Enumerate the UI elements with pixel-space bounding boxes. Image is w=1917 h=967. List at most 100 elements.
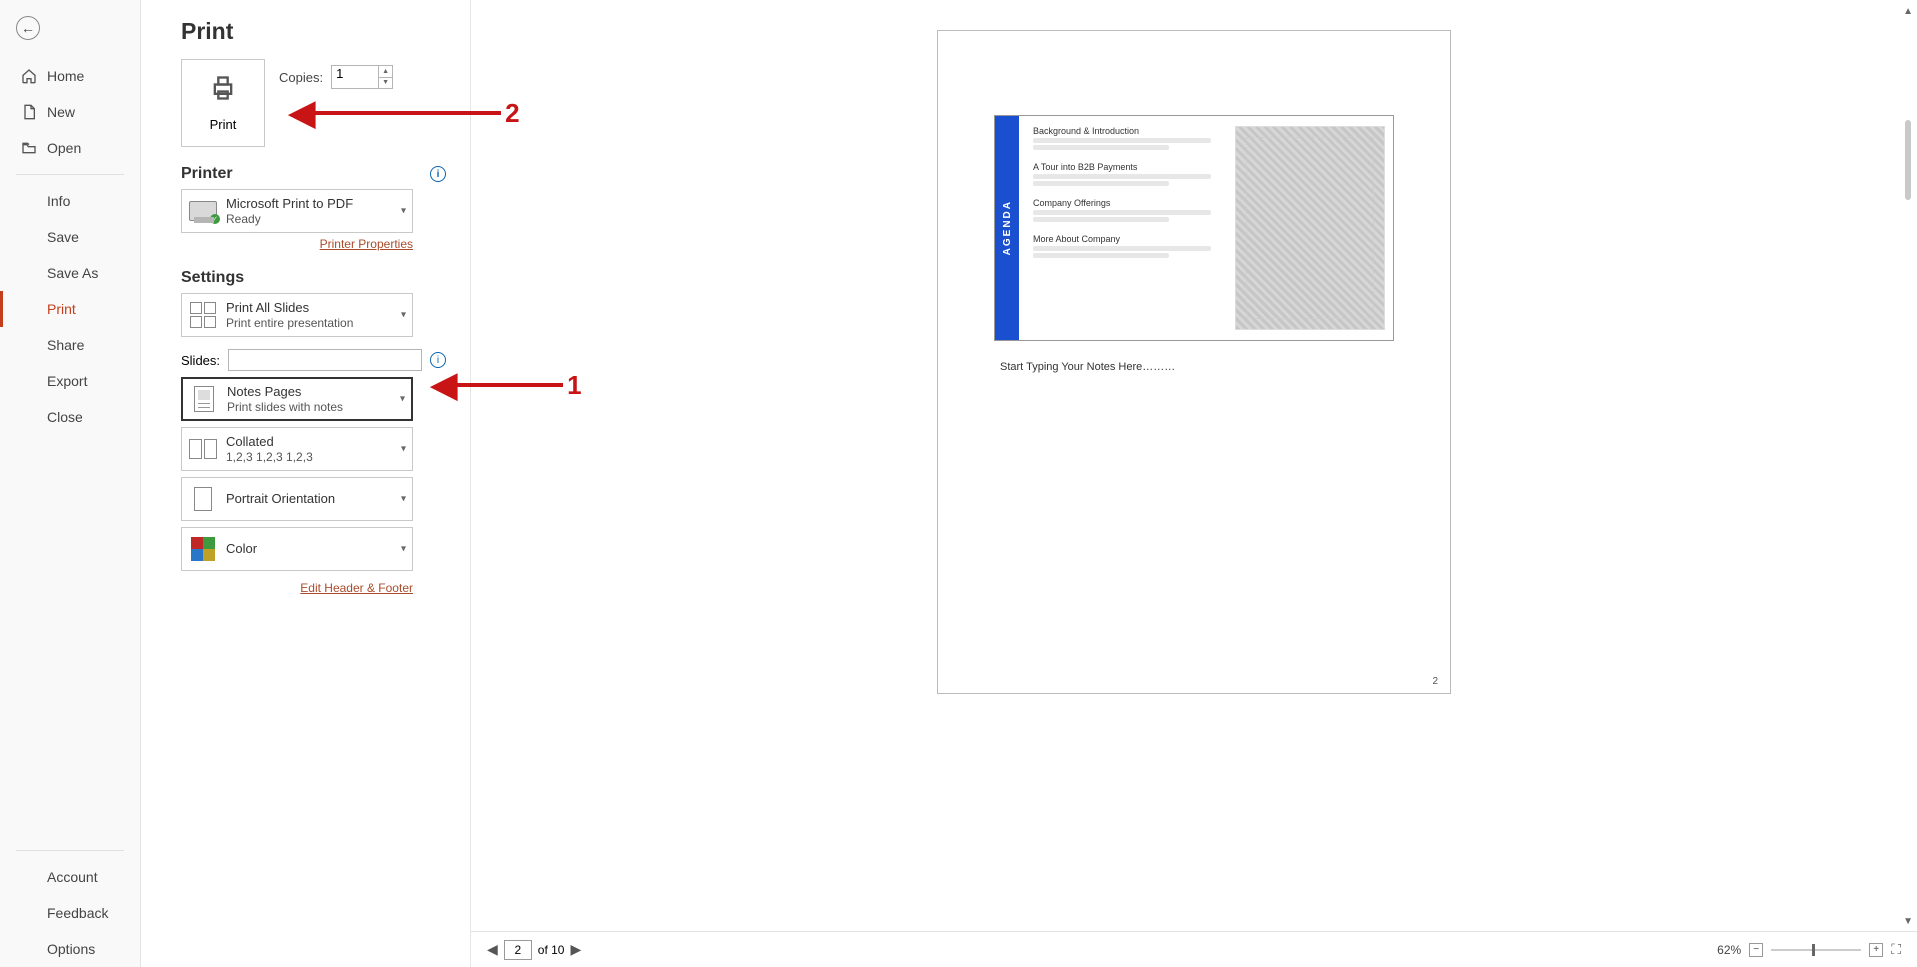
print-layout-secondary: Print slides with notes bbox=[227, 400, 343, 414]
preview-scroll-down[interactable]: ▼ bbox=[1903, 916, 1913, 927]
sidebar-item-label: Open bbox=[47, 140, 81, 156]
zoom-value: 62% bbox=[1717, 943, 1741, 957]
page-total-label: of 10 bbox=[538, 943, 565, 957]
copies-step-down[interactable]: ▼ bbox=[378, 78, 392, 89]
slides-grid-icon bbox=[188, 299, 218, 331]
home-icon bbox=[19, 68, 39, 84]
print-main: Print Print Copies: ▲ ▼ bbox=[141, 0, 1917, 967]
zoom-slider-thumb[interactable] bbox=[1812, 944, 1815, 956]
agenda-item: Company Offerings bbox=[1033, 198, 1227, 222]
page-current-input[interactable] bbox=[504, 940, 532, 960]
sidebar-item-new[interactable]: New bbox=[0, 94, 140, 130]
color-primary: Color bbox=[226, 541, 257, 557]
copies-stepper[interactable]: ▲ ▼ bbox=[331, 65, 393, 89]
color-icon bbox=[188, 533, 218, 565]
printer-section-title: Printer bbox=[181, 165, 233, 183]
orientation-primary: Portrait Orientation bbox=[226, 491, 335, 507]
printer-name: Microsoft Print to PDF bbox=[226, 196, 353, 212]
agenda-image bbox=[1235, 126, 1385, 330]
printer-ready-icon: ✓ bbox=[188, 195, 218, 227]
sidebar-item-options[interactable]: Options bbox=[0, 931, 140, 967]
sidebar-item-label: Close bbox=[47, 409, 83, 425]
sidebar-item-label: Options bbox=[47, 941, 95, 957]
printer-icon bbox=[209, 74, 237, 109]
sidebar-item-label: Save As bbox=[47, 265, 98, 281]
chevron-down-icon: ▾ bbox=[401, 444, 406, 455]
sidebar-item-label: Info bbox=[47, 193, 70, 209]
sidebar-item-label: Account bbox=[47, 869, 98, 885]
fit-to-window-button[interactable]: ⛶ bbox=[1891, 941, 1901, 958]
sidebar-item-share[interactable]: Share bbox=[0, 327, 140, 363]
sidebar-item-label: Share bbox=[47, 337, 84, 353]
copies-label: Copies: bbox=[279, 70, 323, 85]
chevron-down-icon: ▾ bbox=[401, 310, 406, 321]
sidebar-item-account[interactable]: Account bbox=[0, 859, 140, 895]
folder-open-icon bbox=[19, 140, 39, 156]
preview-scroll-up[interactable]: ▲ bbox=[1903, 6, 1913, 17]
preview-scrollbar-thumb[interactable] bbox=[1905, 120, 1911, 200]
sidebar-item-save[interactable]: Save bbox=[0, 219, 140, 255]
printer-properties-link[interactable]: Printer Properties bbox=[181, 237, 413, 251]
sidebar-item-close[interactable]: Close bbox=[0, 399, 140, 435]
settings-section-title: Settings bbox=[181, 269, 244, 287]
print-range-primary: Print All Slides bbox=[226, 300, 353, 316]
collated-icon bbox=[188, 433, 218, 465]
notes-page-icon bbox=[189, 383, 219, 415]
chevron-down-icon: ▾ bbox=[400, 394, 405, 405]
portrait-icon bbox=[188, 483, 218, 515]
page-title: Print bbox=[181, 18, 446, 45]
sidebar-item-info[interactable]: Info bbox=[0, 183, 140, 219]
notes-placeholder: Start Typing Your Notes Here……… bbox=[1000, 361, 1175, 373]
agenda-label: AGENDA bbox=[1002, 200, 1013, 255]
sidebar-item-label: Export bbox=[47, 373, 87, 389]
sidebar-item-export[interactable]: Export bbox=[0, 363, 140, 399]
print-range-secondary: Print entire presentation bbox=[226, 316, 353, 330]
page-next-button[interactable]: ▶ bbox=[570, 941, 581, 958]
agenda-item: A Tour into B2B Payments bbox=[1033, 162, 1227, 186]
sidebar-item-open[interactable]: Open bbox=[0, 130, 140, 166]
sidebar-item-feedback[interactable]: Feedback bbox=[0, 895, 140, 931]
agenda-item: Background & Introduction bbox=[1033, 126, 1227, 150]
slides-input[interactable] bbox=[228, 349, 422, 371]
print-button-label: Print bbox=[210, 117, 237, 132]
back-button[interactable]: ← bbox=[16, 16, 140, 40]
sidebar-item-print[interactable]: Print bbox=[0, 291, 140, 327]
preview-page-number: 2 bbox=[1432, 676, 1438, 687]
sidebar-item-label: New bbox=[47, 104, 75, 120]
zoom-in-button[interactable]: + bbox=[1869, 943, 1883, 957]
chevron-down-icon: ▾ bbox=[401, 494, 406, 505]
preview-footer: ◀ of 10 ▶ 62% − + ⛶ bbox=[471, 931, 1917, 967]
preview-canvas[interactable]: AGENDA Background & Introduction A Tour … bbox=[471, 0, 1917, 931]
sidebar-item-label: Home bbox=[47, 68, 84, 84]
zoom-out-button[interactable]: − bbox=[1749, 943, 1763, 957]
agenda-bar: AGENDA bbox=[995, 116, 1019, 340]
printer-select[interactable]: ✓ Microsoft Print to PDF Ready ▾ bbox=[181, 189, 413, 233]
color-select[interactable]: Color ▾ bbox=[181, 527, 413, 571]
chevron-down-icon: ▾ bbox=[401, 206, 406, 217]
print-button[interactable]: Print bbox=[181, 59, 265, 147]
collate-select[interactable]: Collated 1,2,3 1,2,3 1,2,3 ▾ bbox=[181, 427, 413, 471]
preview-page: AGENDA Background & Introduction A Tour … bbox=[937, 30, 1451, 694]
sidebar-item-label: Feedback bbox=[47, 905, 108, 921]
print-range-select[interactable]: Print All Slides Print entire presentati… bbox=[181, 293, 413, 337]
orientation-select[interactable]: Portrait Orientation ▾ bbox=[181, 477, 413, 521]
sidebar-item-home[interactable]: Home bbox=[0, 58, 140, 94]
edit-header-footer-link[interactable]: Edit Header & Footer bbox=[181, 581, 413, 595]
sidebar-item-saveas[interactable]: Save As bbox=[0, 255, 140, 291]
back-arrow-icon: ← bbox=[21, 21, 35, 35]
page-prev-button[interactable]: ◀ bbox=[487, 941, 498, 958]
sidebar-item-label: Print bbox=[47, 301, 76, 317]
print-layout-select[interactable]: Notes Pages Print slides with notes ▾ bbox=[181, 377, 413, 421]
backstage-sidebar: ← Home New Open Info bbox=[0, 0, 141, 967]
printer-status: Ready bbox=[226, 212, 353, 226]
slides-info-icon[interactable]: i bbox=[430, 352, 446, 368]
file-icon bbox=[19, 104, 39, 120]
preview-slide: AGENDA Background & Introduction A Tour … bbox=[994, 115, 1394, 341]
print-layout-primary: Notes Pages bbox=[227, 384, 343, 400]
copies-input[interactable] bbox=[336, 66, 374, 81]
zoom-slider[interactable] bbox=[1771, 949, 1861, 951]
printer-info-icon[interactable]: i bbox=[430, 166, 446, 182]
print-options-panel: Print Print Copies: ▲ ▼ bbox=[141, 0, 471, 967]
collate-primary: Collated bbox=[226, 434, 313, 450]
copies-step-up[interactable]: ▲ bbox=[378, 66, 392, 78]
